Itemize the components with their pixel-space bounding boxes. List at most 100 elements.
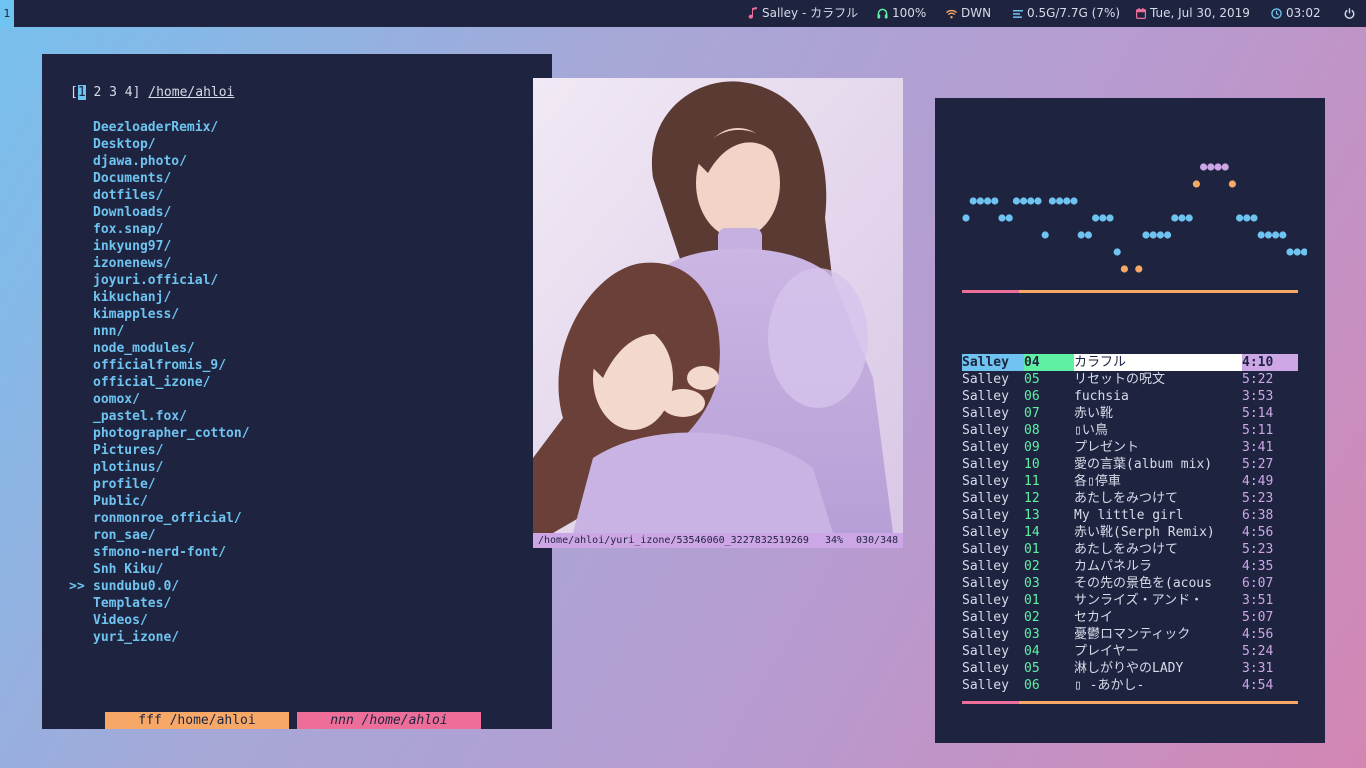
network-module[interactable]: DWN — [945, 0, 991, 27]
track-row[interactable]: Salley 14 赤い靴(Serph Remix) 4:56 — [962, 524, 1298, 541]
visualizer-dot — [1034, 197, 1042, 205]
progress-bar-top[interactable] — [962, 290, 1298, 293]
visualizer-dot — [1084, 231, 1092, 239]
track-row-current[interactable]: Salley 04 カラフル 4:10 — [962, 354, 1298, 371]
visualizer-dot — [984, 197, 992, 205]
photo — [533, 78, 903, 534]
track-title: 赤い靴 — [1074, 406, 1114, 421]
nnn-tag[interactable]: nnn /home/ahloi — [297, 712, 481, 729]
directory-item[interactable]: photographer_cotton/ — [93, 425, 250, 442]
track-row[interactable]: Salley 01 サンライズ・アンド・ 3:51 — [962, 592, 1298, 609]
directory-item[interactable]: Pictures/ — [93, 442, 250, 459]
directory-item[interactable]: joyuri.official/ — [93, 272, 250, 289]
track-length: 5:24 — [1242, 644, 1274, 659]
tab-3[interactable]: 3 — [109, 85, 117, 100]
music-note-icon — [748, 7, 757, 19]
track-row[interactable]: Salley 09 プレゼント 3:41 — [962, 439, 1298, 456]
visualizer-dot — [1106, 214, 1114, 222]
track-row[interactable]: Salley 01 あたしをみつけて 5:23 — [962, 541, 1298, 558]
track-row[interactable]: Salley 10 愛の言葉(album mix) 5:27 — [962, 456, 1298, 473]
fff-tag[interactable]: fff /home/ahloi — [105, 712, 289, 729]
track-artist: Salley — [962, 508, 1009, 523]
power-icon — [1344, 8, 1355, 19]
track-row[interactable]: Salley 02 カムパネルラ 4:35 — [962, 558, 1298, 575]
track-title: 淋しがりやのLADY — [1074, 661, 1184, 676]
directory-item[interactable]: Videos/ — [93, 612, 250, 629]
track-length: 4:56 — [1242, 627, 1274, 642]
clock-module[interactable]: 03:02 — [1271, 0, 1321, 27]
power-button[interactable] — [1344, 0, 1359, 27]
track-row[interactable]: Salley 12 あたしをみつけて 5:23 — [962, 490, 1298, 507]
volume-module[interactable]: 100% — [877, 0, 926, 27]
track-title: その先の景色を(acous — [1074, 576, 1212, 591]
directory-item[interactable]: _pastel.fox/ — [93, 408, 250, 425]
directory-item[interactable]: DeezloaderRemix/ — [93, 119, 250, 136]
directory-item[interactable]: kimappless/ — [93, 306, 250, 323]
directory-item[interactable]: Public/ — [93, 493, 250, 510]
directory-item[interactable]: ronmonroe_official/ — [93, 510, 250, 527]
track-row[interactable]: Salley 02 セカイ 5:07 — [962, 609, 1298, 626]
tab-1[interactable]: 1 — [77, 85, 86, 100]
file-manager-window[interactable]: [1 2 3 4] /home/ahloi DeezloaderRemix/De… — [42, 54, 552, 729]
directory-item[interactable]: Downloads/ — [93, 204, 250, 221]
track-number: 02 — [1024, 610, 1040, 625]
track-artist: Salley — [962, 678, 1009, 693]
track-number: 01 — [1024, 593, 1040, 608]
track-row[interactable]: Salley 06 fuchsia 3:53 — [962, 388, 1298, 405]
track-artist: Salley — [962, 593, 1009, 608]
directory-item[interactable]: nnn/ — [93, 323, 250, 340]
tab-4[interactable]: 4 — [125, 85, 133, 100]
track-number: 03 — [1024, 627, 1040, 642]
track-number: 12 — [1024, 491, 1040, 506]
directory-item[interactable]: fox.snap/ — [93, 221, 250, 238]
directory-item[interactable]: profile/ — [93, 476, 250, 493]
image-file-path: /home/ahloi/yuri_izone/53546060_32278325… — [538, 535, 809, 546]
directory-item[interactable]: Snh Kiku/ — [93, 561, 250, 578]
track-title: 各▯停車 — [1074, 474, 1121, 489]
track-row[interactable]: Salley 03 その先の景色を(acous 6:07 — [962, 575, 1298, 592]
directory-item[interactable]: officialfromis_9/ — [93, 357, 250, 374]
directory-item[interactable]: plotinus/ — [93, 459, 250, 476]
image-viewer-window[interactable]: /home/ahloi/yuri_izone/53546060_32278325… — [533, 78, 903, 548]
memory-module[interactable]: 0.5G/7.7G (7%) — [1013, 0, 1120, 27]
tab-open-bracket: [ — [70, 85, 78, 100]
track-row[interactable]: Salley 05 淋しがりやのLADY 3:31 — [962, 660, 1298, 677]
date-module[interactable]: Tue, Jul 30, 2019 — [1136, 0, 1250, 27]
track-row[interactable]: Salley 07 赤い靴 5:14 — [962, 405, 1298, 422]
now-playing-module[interactable]: Salley - カラフル — [748, 0, 858, 27]
directory-item[interactable]: dotfiles/ — [93, 187, 250, 204]
directory-item[interactable]: sfmono-nerd-font/ — [93, 544, 250, 561]
track-row[interactable]: Salley 04 プレイヤー 5:24 — [962, 643, 1298, 660]
directory-item[interactable]: node_modules/ — [93, 340, 250, 357]
directory-item[interactable]: oomox/ — [93, 391, 250, 408]
track-row[interactable]: Salley 13 My little girl 6:38 — [962, 507, 1298, 524]
track-title: 憂鬱ロマンティック — [1074, 627, 1191, 642]
visualizer-dot — [1156, 231, 1164, 239]
music-player-window[interactable]: Salley 04 カラフル 4:10 Salley 05 リセットの呪文 5:22 Salle… — [935, 98, 1325, 743]
track-artist: Salley — [962, 627, 1009, 642]
tab-2[interactable]: 2 — [93, 85, 101, 100]
directory-item[interactable]: Templates/ — [93, 595, 250, 612]
track-row[interactable]: Salley 05 リセットの呪文 5:22 — [962, 371, 1298, 388]
visualizer-dot — [1200, 163, 1208, 171]
directory-item[interactable]: official_izone/ — [93, 374, 250, 391]
directory-item[interactable]: Desktop/ — [93, 136, 250, 153]
directory-item[interactable]: yuri_izone/ — [93, 629, 250, 646]
track-list: Salley 04 カラフル 4:10 Salley 05 リセットの呪文 5:22 Salle… — [962, 354, 1298, 694]
directory-item[interactable]: ron_sae/ — [93, 527, 250, 544]
directory-item[interactable]: djawa.photo/ — [93, 153, 250, 170]
workspace-indicator[interactable]: 1 — [0, 0, 14, 27]
track-row[interactable]: Salley 06 ▯ -あかし- 4:54 — [962, 677, 1298, 694]
directory-item[interactable]: inkyung97/ — [93, 238, 250, 255]
track-row[interactable]: Salley 11 各▯停車 4:49 — [962, 473, 1298, 490]
directory-item[interactable]: sundubu0.0/ — [93, 578, 250, 595]
track-row[interactable]: Salley 03 憂鬱ロマンティック 4:56 — [962, 626, 1298, 643]
track-length: 3:51 — [1242, 593, 1274, 608]
directory-item[interactable]: kikuchanj/ — [93, 289, 250, 306]
progress-bar-bottom[interactable] — [962, 701, 1298, 704]
directory-item[interactable]: Documents/ — [93, 170, 250, 187]
date-text: Tue, Jul 30, 2019 — [1150, 6, 1250, 20]
directory-item[interactable]: izonenews/ — [93, 255, 250, 272]
visualizer-dot — [1120, 265, 1128, 273]
track-row[interactable]: Salley 08 ▯い鳥 5:11 — [962, 422, 1298, 439]
